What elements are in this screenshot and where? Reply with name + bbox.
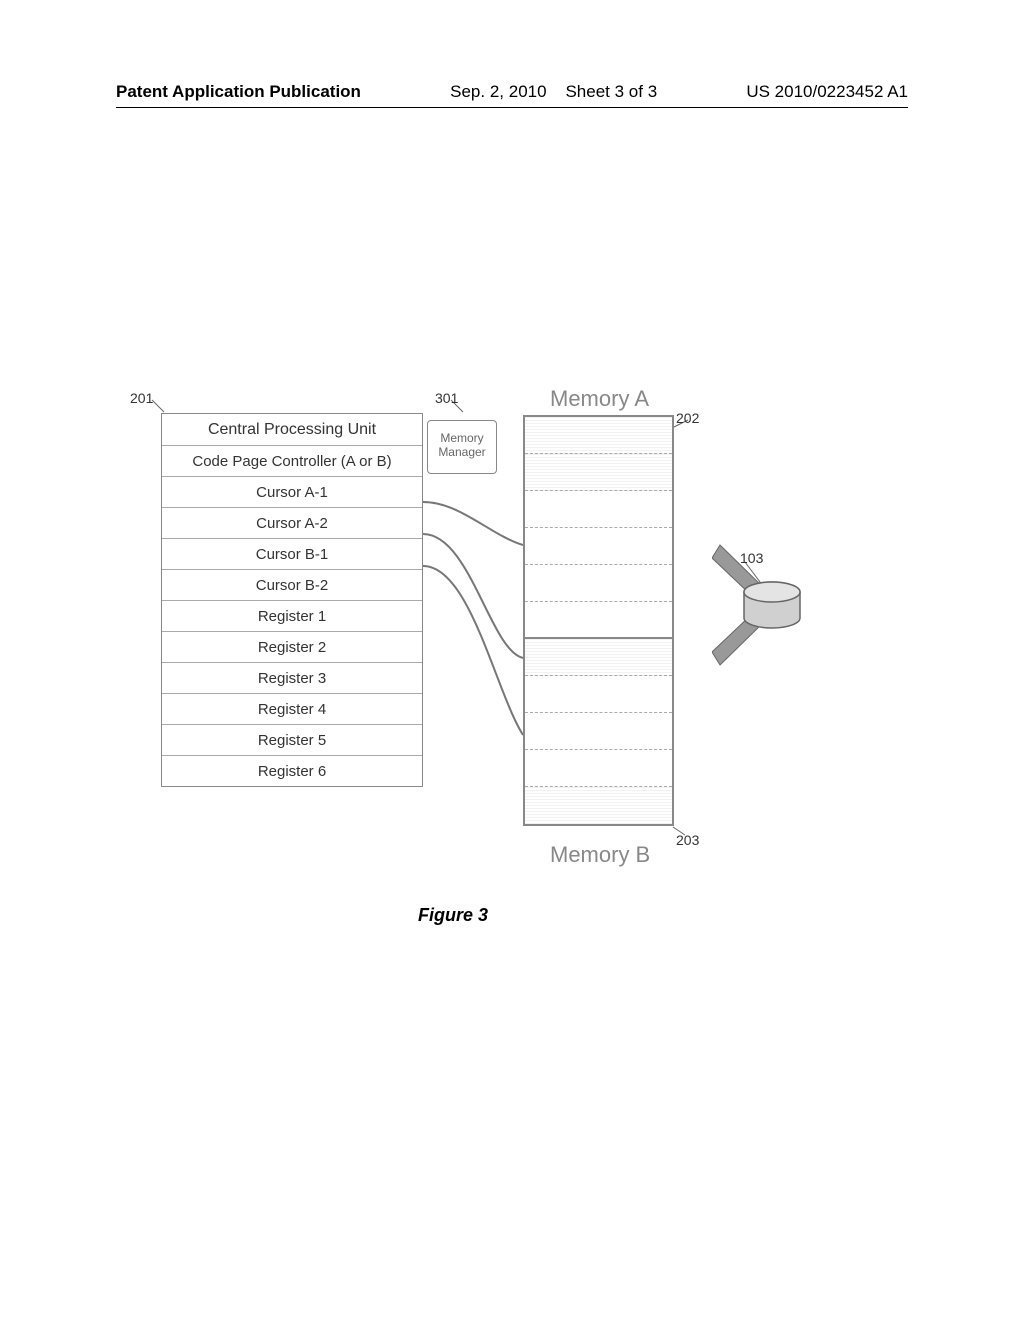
page-header: Patent Application Publication Sep. 2, 2… (116, 82, 908, 102)
memory-cell (525, 528, 672, 565)
memory-cell (525, 565, 672, 602)
cpu-title: Central Processing Unit (162, 414, 422, 446)
memory-cell (525, 491, 672, 528)
memory-cell (525, 417, 672, 454)
memory-b-title: Memory B (550, 842, 650, 868)
memory-cell (525, 713, 672, 750)
cpu-row: Cursor B-2 (162, 570, 422, 601)
cpu-row: Register 5 (162, 725, 422, 756)
memory-a-title: Memory A (550, 386, 649, 412)
cpu-row: Cursor A-1 (162, 477, 422, 508)
publication-number: US 2010/0223452 A1 (746, 82, 908, 102)
publication-date: Sep. 2, 2010 (450, 82, 546, 101)
ref-201: 201 (130, 390, 153, 406)
memory-stack (523, 415, 674, 826)
mem-manager-l1: Memory (440, 431, 483, 445)
sheet-number: Sheet 3 of 3 (565, 82, 657, 101)
mem-manager-l2: Manager (438, 445, 485, 459)
cpu-row: Code Page Controller (A or B) (162, 446, 422, 477)
cpu-row: Cursor B-1 (162, 539, 422, 570)
cpu-row: Register 4 (162, 694, 422, 725)
header-center: Sep. 2, 2010 Sheet 3 of 3 (450, 82, 657, 102)
cpu-row: Register 3 (162, 663, 422, 694)
ref-202: 202 (676, 410, 699, 426)
ref-203: 203 (676, 832, 699, 848)
cpu-row: Register 2 (162, 632, 422, 663)
cpu-row: Register 6 (162, 756, 422, 786)
memory-manager-box: Memory Manager (427, 420, 497, 474)
header-rule (116, 107, 908, 108)
memory-cell (525, 639, 672, 676)
memory-cell (525, 454, 672, 491)
memory-cell (525, 602, 672, 639)
figure-diagram: 201 301 202 203 103 Central Processing U… (130, 390, 900, 880)
cpu-row: Cursor A-2 (162, 508, 422, 539)
cpu-table: Central Processing Unit Code Page Contro… (161, 413, 423, 787)
cpu-row: Register 1 (162, 601, 422, 632)
figure-caption: Figure 3 (418, 905, 488, 926)
disk-icon (742, 585, 812, 627)
memory-cell (525, 750, 672, 787)
memory-cell (525, 676, 672, 713)
ref-301: 301 (435, 390, 458, 406)
publication-label: Patent Application Publication (116, 82, 361, 102)
memory-cell (525, 787, 672, 824)
